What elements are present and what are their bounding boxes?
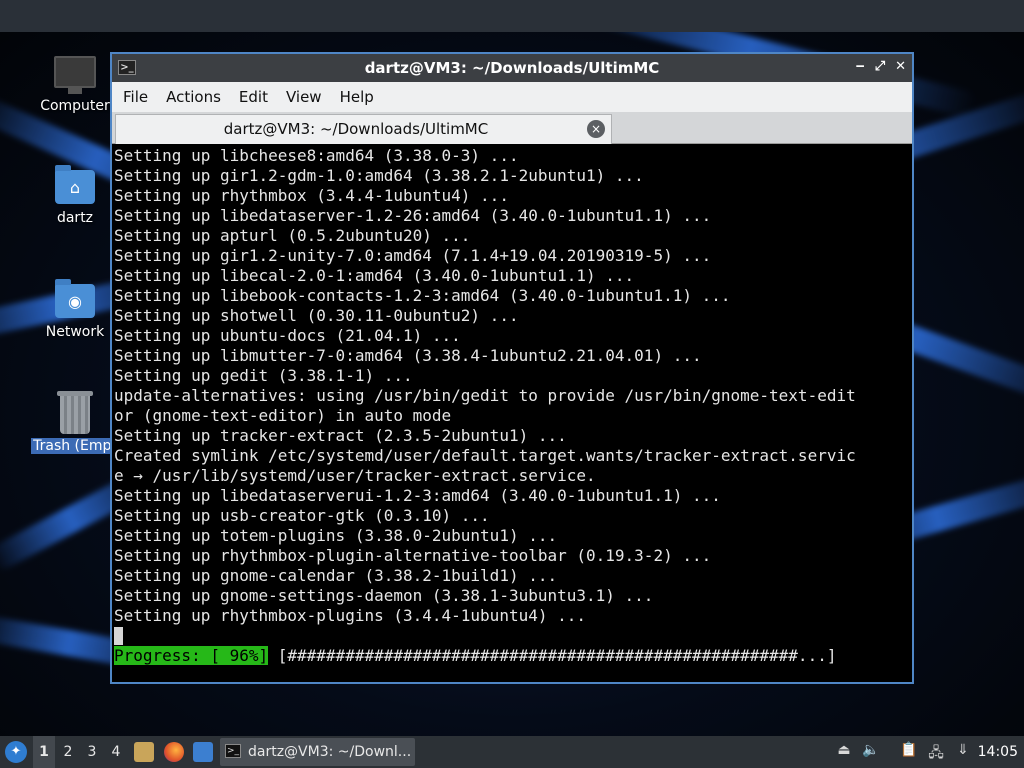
firefox-icon[interactable] xyxy=(164,742,184,762)
console-line: Setting up gedit (3.38.1-1) ... xyxy=(114,366,413,385)
lubuntu-start-icon[interactable]: ✦ xyxy=(5,741,27,763)
close-icon[interactable]: ✕ xyxy=(895,59,906,74)
desktop-icon-label: Computer xyxy=(40,98,110,114)
menu-help[interactable]: Help xyxy=(339,88,385,106)
workspace-4[interactable]: 4 xyxy=(105,736,127,768)
show-desktop-icon[interactable] xyxy=(193,742,213,762)
console-line: Setting up gnome-settings-daemon (3.38.1… xyxy=(114,586,654,605)
terminal-window[interactable]: >_ dartz@VM3: ~/Downloads/UltimMC ‒ ⤢ ✕ … xyxy=(110,52,914,684)
menu-actions[interactable]: Actions xyxy=(165,88,232,106)
volume-icon[interactable]: 🔈 xyxy=(862,742,880,762)
tab-terminal[interactable]: dartz@VM3: ~/Downloads/UltimMC × xyxy=(115,114,612,144)
tab-label: dartz@VM3: ~/Downloads/UltimMC xyxy=(223,120,489,138)
console-line: Setting up libecal-2.0-1:amd64 (3.40.0-1… xyxy=(114,266,635,285)
tab-bar: dartz@VM3: ~/Downloads/UltimMC × xyxy=(112,112,912,144)
progress-label: Progress: [ 96%] xyxy=(114,646,269,665)
console-line: Setting up gir1.2-gdm-1.0:amd64 (3.38.2.… xyxy=(114,166,644,185)
taskbar-task-terminal[interactable]: >_ dartz@VM3: ~/Downl... xyxy=(220,738,415,766)
window-controls: ‒ ⤢ ✕ xyxy=(856,59,906,74)
console-line: Setting up shotwell (0.30.11-0ubuntu2) .… xyxy=(114,306,519,325)
console-line: Setting up usb-creator-gtk (0.3.10) ... xyxy=(114,506,490,525)
network-folder-icon: ◉ xyxy=(55,279,95,318)
cursor-line xyxy=(114,626,910,646)
window-title: dartz@VM3: ~/Downloads/UltimMC xyxy=(364,59,660,77)
console-line: Setting up libedataserverui-1.2-3:amd64 … xyxy=(114,486,721,505)
console-line: Setting up rhythmbox-plugins (3.4.4-1ubu… xyxy=(114,606,587,625)
home-folder-icon: ⌂ xyxy=(55,165,95,204)
console-line: Setting up libmutter-7-0:amd64 (3.38.4-1… xyxy=(114,346,702,365)
console-line: Setting up gir1.2-unity-7.0:amd64 (7.1.4… xyxy=(114,246,712,265)
menu-edit[interactable]: Edit xyxy=(238,88,279,106)
computer-icon xyxy=(54,56,96,94)
clock[interactable]: 14:05 xyxy=(978,744,1018,760)
progress-bar-text: [#######################################… xyxy=(268,646,837,665)
screen-top-strip xyxy=(0,0,1024,32)
console-line: Setting up totem-plugins (3.38.0-2ubuntu… xyxy=(114,526,558,545)
workspace-1[interactable]: 1 xyxy=(33,736,55,768)
file-manager-icon[interactable] xyxy=(134,742,154,762)
menu-file[interactable]: File xyxy=(122,88,159,106)
menu-view[interactable]: View xyxy=(285,88,333,106)
desktop-icon-label: Trash (Empt xyxy=(31,438,119,454)
console-line: or (gnome-text-editor) in auto mode xyxy=(114,406,452,425)
desktop-icon-label: dartz xyxy=(56,210,94,226)
console-line: Setting up rhythmbox (3.4.4-1ubuntu4) ..… xyxy=(114,186,509,205)
window-titlebar[interactable]: >_ dartz@VM3: ~/Downloads/UltimMC ‒ ⤢ ✕ xyxy=(112,54,912,82)
taskbar: ✦ 1 2 3 4 >_ dartz@VM3: ~/Downl... ⏏ 🔈 📋… xyxy=(0,736,1024,768)
eject-icon[interactable]: ⏏ xyxy=(835,742,853,762)
workspace-3[interactable]: 3 xyxy=(81,736,103,768)
console-line: update-alternatives: using /usr/bin/gedi… xyxy=(114,386,856,405)
network-icon[interactable]: 🖧 xyxy=(927,742,945,762)
console-line: Setting up libcheese8:amd64 (3.38.0-3) .… xyxy=(114,146,519,165)
maximize-icon[interactable]: ⤢ xyxy=(875,59,885,74)
console-line: Setting up apturl (0.5.2ubuntu20) ... xyxy=(114,226,471,245)
text-cursor xyxy=(114,627,123,645)
tab-close-icon[interactable]: × xyxy=(587,120,605,138)
trash-icon xyxy=(57,391,93,434)
desktop-icon-label: Network xyxy=(45,324,105,340)
progress-line: Progress: [ 96%] [######################… xyxy=(114,646,910,666)
console-line: Setting up ubuntu-docs (21.04.1) ... xyxy=(114,326,461,345)
workspace-2[interactable]: 2 xyxy=(57,736,79,768)
console-line: Setting up rhythmbox-plugin-alternative-… xyxy=(114,546,712,565)
terminal-icon: >_ xyxy=(225,744,241,758)
clipboard-icon[interactable]: 📋 xyxy=(900,742,918,762)
console-line: Setting up libebook-contacts-1.2-3:amd64… xyxy=(114,286,731,305)
update-notifier-icon[interactable]: ⇓ xyxy=(954,742,972,762)
task-label: dartz@VM3: ~/Downl... xyxy=(248,744,412,760)
terminal-output[interactable]: Setting up libcheese8:amd64 (3.38.0-3) .… xyxy=(114,146,910,680)
console-line: Setting up libedataserver-1.2-26:amd64 (… xyxy=(114,206,712,225)
minimize-icon[interactable]: ‒ xyxy=(856,59,865,74)
console-line: Setting up gnome-calendar (3.38.2-1build… xyxy=(114,566,558,585)
console-line: Created symlink /etc/systemd/user/defaul… xyxy=(114,446,856,465)
menu-bar: File Actions Edit View Help xyxy=(112,82,912,112)
console-line: e → /usr/lib/systemd/user/tracker-extrac… xyxy=(114,466,596,485)
console-line: Setting up tracker-extract (2.3.5-2ubunt… xyxy=(114,426,567,445)
